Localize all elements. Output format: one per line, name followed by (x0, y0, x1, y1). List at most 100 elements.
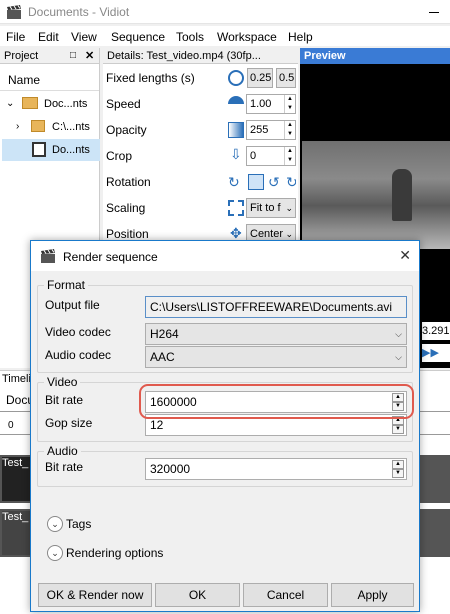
tree-item-label: C:\...nts (52, 121, 90, 133)
clapperboard-icon (41, 249, 55, 263)
format-group-label: Format (44, 278, 89, 292)
opacity-input[interactable]: 255 ▲ ▼ (246, 120, 296, 140)
tree-item-sequence[interactable]: Do...nts (2, 139, 100, 161)
tree-item-label: Doc...nts (44, 98, 88, 110)
ok-render-now-button[interactable]: OK & Render now (38, 583, 152, 607)
detail-row-opacity: Opacity 255 ▲ ▼ (106, 118, 296, 144)
fixed-length-025-button[interactable]: 0.25 (247, 68, 273, 88)
preview-time: 3.291 (422, 322, 450, 340)
preview-video-frame (302, 141, 450, 249)
rotate-icon[interactable]: ↻ (228, 174, 244, 190)
spin-arrows-icon[interactable]: ▲ ▼ (284, 147, 295, 165)
audio-bit-rate-input[interactable]: 320000 ▲ ▼ (145, 458, 407, 480)
menu-workspace[interactable]: Workspace (217, 30, 277, 44)
position-icon: ✥ (230, 225, 242, 241)
bit-rate-highlight (139, 384, 414, 419)
rendering-options-label: Rendering options (66, 546, 164, 560)
chevron-down-icon: ⌄ (285, 203, 293, 213)
detail-label: Scaling (106, 201, 146, 215)
speed-input[interactable]: 1.00 ▲ ▼ (246, 94, 296, 114)
spin-arrows-icon[interactable]: ▲ ▼ (284, 95, 295, 113)
audio-clip[interactable]: Test_ (2, 511, 32, 555)
play-controls-icon[interactable]: ▶▶ (422, 344, 450, 362)
menu-tools[interactable]: Tools (176, 30, 204, 44)
fixed-length-05-button[interactable]: 0.5 (276, 68, 296, 88)
clock-icon[interactable] (228, 70, 244, 86)
chevron-down-icon[interactable]: ⌄ (47, 545, 63, 561)
preview-person-figure (392, 169, 412, 221)
details-panel: Details: Test_video.mp4 (30fp... Fixed l… (103, 48, 298, 248)
scaling-icon (228, 200, 244, 216)
speedometer-icon (228, 96, 244, 112)
dialog-title: Render sequence (63, 250, 158, 264)
menu-help[interactable]: Help (288, 30, 313, 44)
scaling-select[interactable]: Fit to f ⌄ (246, 198, 296, 218)
chevron-right-icon[interactable]: › (16, 116, 19, 138)
tree-item-label: Do...nts (52, 144, 90, 156)
window-title: Documents - Vidiot (28, 5, 130, 19)
detail-row-speed: Speed 1.00 ▲ ▼ (106, 92, 296, 118)
spin-arrows-icon[interactable]: ▲ ▼ (392, 460, 404, 478)
video-codec-value: H264 (150, 327, 179, 341)
close-icon[interactable]: ✕ (399, 247, 411, 264)
detail-label: Rotation (106, 175, 151, 189)
chevron-down-icon[interactable]: ⌄ (6, 93, 14, 115)
clip-label: Test_ (2, 511, 29, 523)
video-clip[interactable]: Test_ (2, 457, 32, 501)
detail-label: Crop (106, 149, 133, 163)
chevron-down-icon: ⌵ (395, 352, 402, 362)
folder-icon (22, 97, 38, 109)
rotate-extra-icon[interactable]: ↻ (286, 174, 296, 190)
flip-icon[interactable] (248, 174, 264, 190)
menu-file[interactable]: File (6, 30, 25, 44)
output-file-field[interactable]: C:\Users\LISTOFFREEWARE\Documents.avi (145, 296, 407, 318)
video-codec-select[interactable]: H264 ⌵ (145, 323, 407, 345)
float-icon[interactable]: □ (70, 48, 76, 64)
tree-item-folder[interactable]: › C:\...nts (0, 116, 98, 138)
audio-codec-label: Audio codec (45, 348, 112, 362)
audio-group-label: Audio (44, 444, 81, 458)
video-codec-label: Video codec (45, 325, 111, 339)
audio-bit-rate-value: 320000 (150, 462, 191, 476)
output-file-label: Output file (45, 298, 100, 312)
detail-row-scaling: Scaling Fit to f ⌄ (106, 196, 296, 222)
opacity-icon (228, 122, 244, 138)
project-panel-header: Project □ ✕ (0, 48, 99, 64)
audio-codec-value: AAC (150, 350, 175, 364)
project-panel-title: Project (4, 50, 39, 62)
apply-button[interactable]: Apply (331, 583, 414, 607)
rotate-right-icon[interactable]: ↺ (268, 174, 284, 190)
tree-item-root[interactable]: ⌄ Doc...nts (0, 93, 98, 115)
film-icon (32, 142, 46, 157)
tags-label: Tags (66, 517, 92, 531)
cancel-button[interactable]: Cancel (243, 583, 328, 607)
detail-row-fixed-lengths: Fixed lengths (s) 0.25 0.5 (106, 66, 296, 92)
ok-button[interactable]: OK (155, 583, 240, 607)
spin-arrows-icon[interactable]: ▲ ▼ (284, 121, 295, 139)
video-group-label: Video (44, 375, 81, 389)
gop-size-value: 12 (150, 418, 164, 432)
detail-row-rotation: Rotation ↻ ↺ ↻ (106, 170, 296, 196)
preview-panel-title: Preview (300, 48, 450, 64)
close-icon[interactable]: ✕ (85, 48, 94, 64)
menu-edit[interactable]: Edit (38, 30, 59, 44)
crop-arrow-icon: ⇩ (230, 146, 242, 162)
clip-label: Test_ (2, 457, 29, 469)
detail-label: Opacity (106, 123, 147, 137)
detail-row-crop: Crop ⇩ 0 ▲ ▼ (106, 144, 296, 170)
details-panel-title: Details: Test_video.mp4 (30fp... (107, 50, 261, 62)
menu-bar: File Edit View Sequence Tools Workspace … (0, 26, 450, 46)
detail-label: Fixed lengths (s) (106, 71, 195, 85)
menu-sequence[interactable]: Sequence (111, 30, 165, 44)
folder-icon (31, 120, 45, 132)
ruler-label: 0 (8, 420, 14, 431)
crop-input[interactable]: 0 ▲ ▼ (246, 146, 296, 166)
dialog-title-bar: Render sequence ✕ (31, 241, 419, 271)
detail-label: Position (106, 227, 149, 241)
menu-view[interactable]: View (71, 30, 97, 44)
chevron-down-icon[interactable]: ⌄ (47, 516, 63, 532)
minimize-button[interactable] (418, 0, 450, 24)
chevron-down-icon: ⌵ (395, 329, 402, 339)
audio-codec-select[interactable]: AAC ⌵ (145, 346, 407, 368)
name-column-header[interactable]: Name (0, 69, 99, 91)
